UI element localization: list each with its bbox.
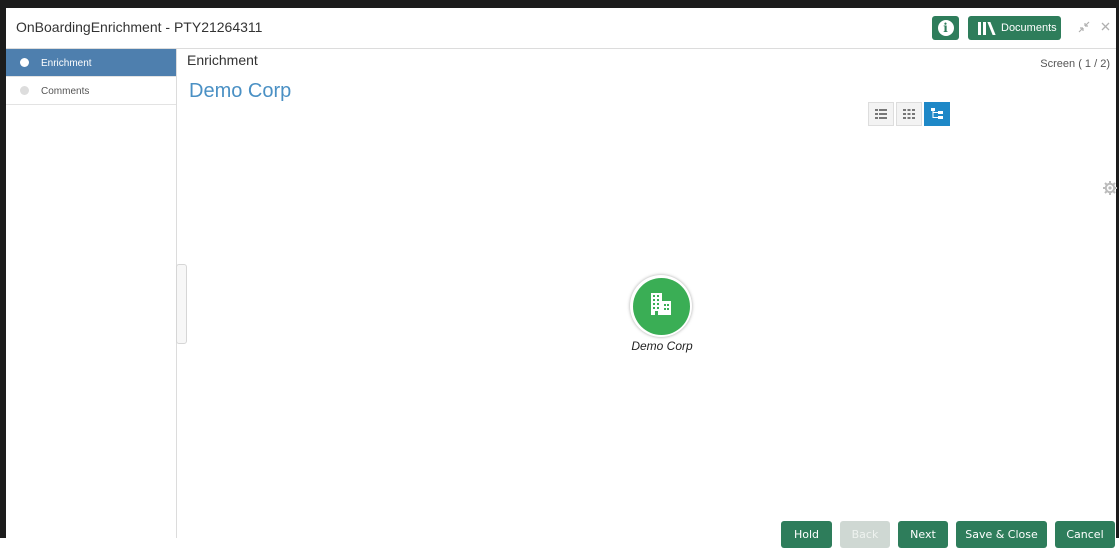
sidebar-item-label: Comments	[41, 86, 90, 97]
documents-label: Documents	[1001, 22, 1057, 34]
collapse-arrows-icon[interactable]	[1078, 21, 1090, 36]
app-window: OnBoardingEnrichment - PTY21264311 i Doc…	[0, 0, 1119, 548]
step-pending-icon	[20, 86, 29, 95]
save-close-button[interactable]: Save & Close	[956, 521, 1047, 548]
sidebar-item-comments[interactable]: Comments	[6, 77, 176, 105]
info-button[interactable]: i	[932, 16, 959, 40]
sidebar-item-label: Enrichment	[41, 58, 92, 69]
title-bar: OnBoardingEnrichment - PTY21264311 i Doc…	[6, 8, 1116, 49]
sidebar: Enrichment Comments	[6, 49, 177, 538]
close-icon[interactable]	[1100, 21, 1111, 35]
documents-button[interactable]: Documents	[968, 16, 1061, 40]
library-icon	[978, 21, 996, 35]
tree-view-icon[interactable]	[924, 102, 950, 126]
list-view-icon[interactable]	[868, 102, 894, 126]
sidebar-item-enrichment[interactable]: Enrichment	[6, 49, 176, 77]
next-button[interactable]: Next	[898, 521, 948, 548]
entity-title: Demo Corp	[189, 80, 292, 102]
view-mode-toggle	[868, 102, 952, 126]
building-icon	[647, 290, 675, 323]
step-active-icon	[20, 58, 29, 67]
screen-counter: Screen ( 1 / 2)	[1040, 58, 1110, 70]
node-label: Demo Corp	[631, 339, 693, 353]
back-button[interactable]: Back	[840, 521, 890, 548]
grid-view-icon[interactable]	[896, 102, 922, 126]
hold-button[interactable]: Hold	[781, 521, 832, 548]
node-circle	[632, 277, 690, 335]
hierarchy-node[interactable]	[630, 275, 692, 337]
gear-icon[interactable]	[1103, 181, 1117, 195]
info-icon: i	[937, 20, 954, 36]
cancel-button[interactable]: Cancel	[1055, 521, 1115, 548]
window-title: OnBoardingEnrichment - PTY21264311	[16, 19, 263, 35]
section-title: Enrichment	[187, 52, 258, 68]
